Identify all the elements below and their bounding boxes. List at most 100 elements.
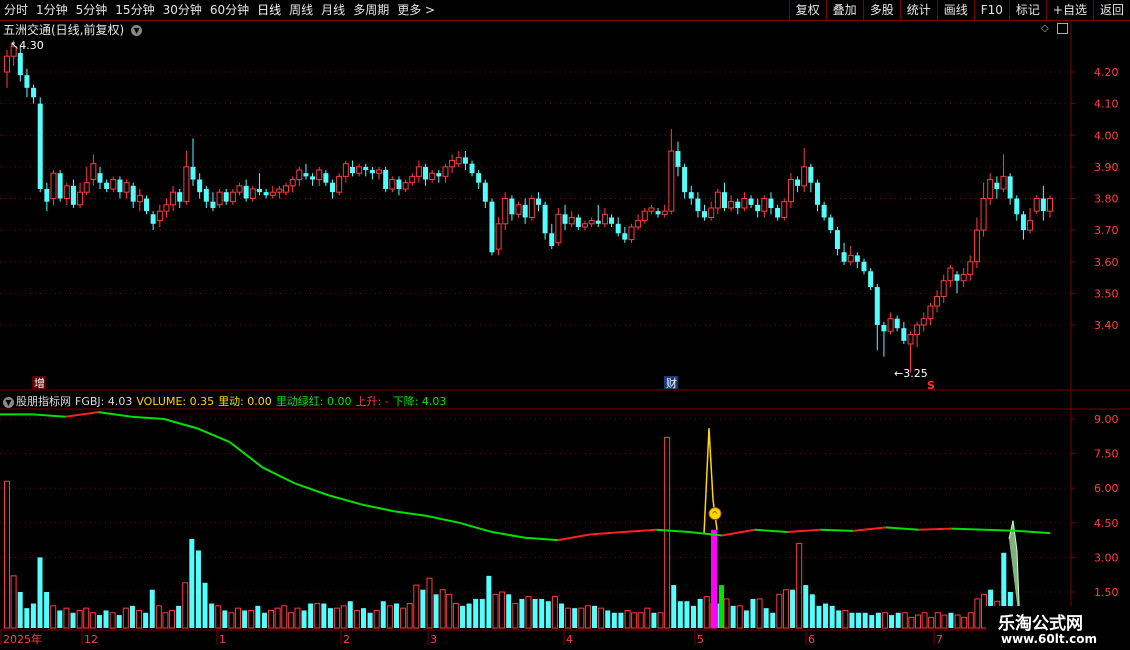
candle-body — [628, 226, 635, 241]
candle-body — [688, 192, 694, 199]
volume-bar — [195, 550, 201, 628]
candle-body — [973, 229, 980, 263]
volume-bar — [836, 610, 842, 628]
candle-body — [601, 213, 608, 225]
fgbj-line-segment — [853, 526, 887, 532]
volume-bar — [881, 612, 888, 629]
volume-bar — [129, 605, 135, 628]
liangdong-bar — [711, 529, 717, 628]
candle-body — [675, 151, 681, 167]
volume-bar — [948, 612, 954, 628]
candle-body — [960, 273, 967, 282]
candle-body — [755, 204, 761, 212]
event-label: 财 — [666, 376, 677, 390]
xaxis-label: 4 — [566, 633, 573, 646]
volume-bar — [869, 615, 875, 628]
candle-body — [854, 255, 860, 262]
candle-body — [256, 189, 262, 193]
candle-body — [947, 267, 954, 282]
candle-body — [714, 191, 721, 209]
watermark-title: 乐淘公式网 — [998, 614, 1083, 634]
candle-body — [1000, 175, 1007, 190]
candle-body — [296, 169, 303, 181]
candle-body — [415, 166, 422, 177]
volume-bar — [578, 607, 585, 629]
price-tick-label: 3.40 — [1094, 319, 1119, 332]
candle-body — [136, 194, 143, 203]
candle-body — [954, 274, 960, 281]
volume-bar — [532, 598, 538, 628]
candle-body — [901, 328, 907, 341]
volume-bar — [895, 612, 901, 628]
xaxis-label: 3 — [430, 633, 437, 646]
candle-body — [502, 198, 509, 225]
volume-bar — [967, 612, 974, 629]
volume-bar — [400, 607, 407, 629]
candle-body — [1027, 220, 1034, 231]
volume-bar — [209, 603, 215, 628]
volume-bar — [637, 612, 644, 629]
candle-body — [57, 173, 63, 199]
volume-bar — [44, 592, 50, 628]
volume-bar — [373, 609, 380, 629]
candle-body — [735, 201, 741, 208]
candle-body — [423, 166, 429, 180]
candle-body — [289, 179, 296, 187]
chart-canvas[interactable]: 4.20 4.10 4.00 3.90 3.80 3.70 3.60 3.50 3.40 ↖4.3… — [0, 0, 1130, 650]
candle-body — [834, 230, 840, 250]
volume-bar — [37, 557, 43, 628]
volume-bar — [486, 575, 492, 628]
candle-body — [236, 185, 243, 193]
candle-body — [190, 166, 196, 180]
volume-bar — [281, 605, 288, 629]
candle-body — [442, 166, 449, 177]
candle-body — [907, 333, 914, 345]
volume-bar — [314, 603, 321, 629]
volume-bar — [301, 610, 307, 628]
event-label: 增 — [34, 376, 45, 390]
candle-body — [535, 198, 541, 205]
volume-bar — [248, 609, 255, 629]
indicator-tick-label: 9.00 — [1094, 413, 1119, 426]
candle-body — [522, 204, 528, 218]
candle-body — [462, 157, 468, 164]
volume-bar — [287, 612, 294, 629]
price-tick-label: 4.10 — [1094, 98, 1119, 111]
xaxis-label: 12 — [84, 633, 98, 646]
candle-body — [808, 166, 814, 183]
volume-bar — [782, 589, 789, 629]
candle-body — [914, 324, 921, 335]
candle-body — [117, 179, 123, 193]
volume-bar — [420, 589, 426, 628]
volume-bar — [671, 585, 677, 628]
candle-body — [4, 55, 10, 73]
volume-bar — [70, 612, 76, 628]
volume-bar — [149, 589, 155, 628]
candle-body — [223, 192, 229, 202]
candle-body — [655, 211, 661, 215]
volume-bar — [684, 601, 690, 628]
volume-bar — [176, 605, 182, 628]
candle-body — [97, 173, 103, 183]
indicator-tick-label: 4.50 — [1094, 517, 1119, 530]
candle-body — [874, 287, 880, 325]
volume-bar — [519, 598, 525, 628]
volume-bar — [50, 605, 57, 629]
xaxis-label: 2025年 — [3, 632, 42, 646]
candle-body — [1014, 198, 1020, 215]
volume-bar — [763, 608, 769, 628]
candle-body — [90, 163, 97, 181]
fgbj-line-segment — [131, 415, 165, 420]
candle-body — [104, 182, 110, 190]
volume-bar — [327, 608, 333, 628]
candle-body — [50, 172, 57, 199]
volume-bar — [308, 603, 314, 628]
volume-bar — [340, 605, 347, 629]
volume-bar — [109, 612, 116, 629]
volume-bar — [426, 577, 433, 629]
volume-bar — [829, 605, 835, 628]
fgbj-line-segment — [951, 527, 985, 531]
candle-body — [495, 223, 502, 250]
candle-body — [1020, 214, 1026, 231]
candle-body — [276, 188, 283, 193]
